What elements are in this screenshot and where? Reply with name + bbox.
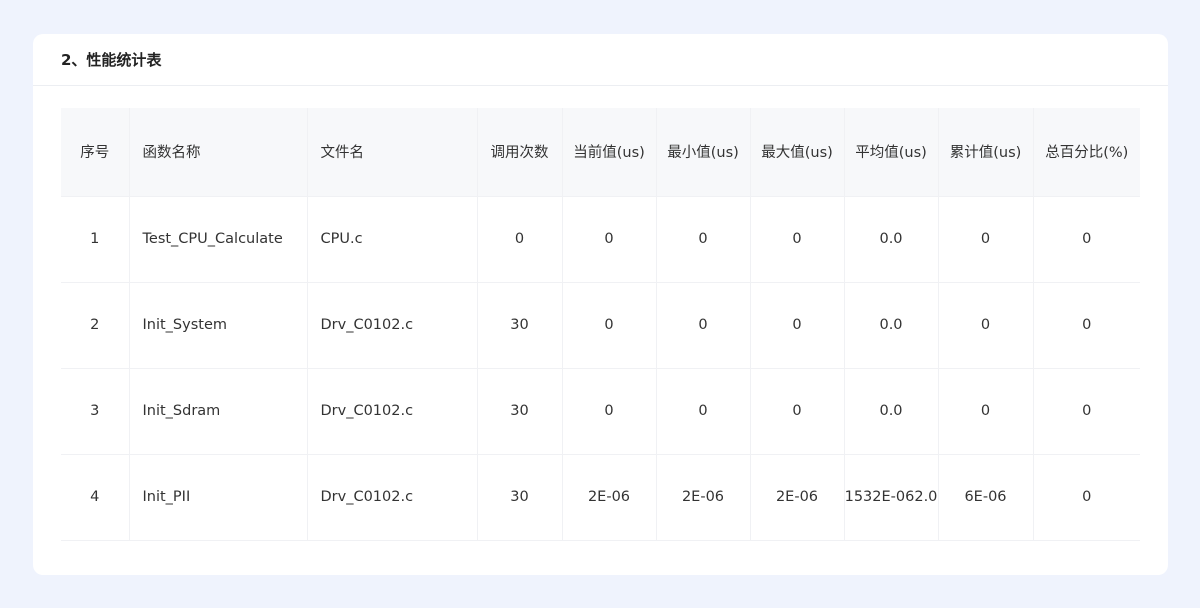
column-header-current-value[interactable]: 当前值(us) bbox=[562, 108, 657, 197]
cell-function-name: Init_PII bbox=[129, 454, 308, 541]
cell-current-value: 0 bbox=[562, 196, 657, 283]
table-row[interactable]: 4 Init_PII Drv_C0102.c 30 2E-06 2E-06 2E… bbox=[61, 454, 1140, 541]
performance-card: 2、性能统计表 序号 函数名称 文件名 调用次数 当前值(us) 最小值(us)… bbox=[33, 34, 1168, 575]
cell-call-count: 0 bbox=[477, 196, 563, 283]
cell-index: 2 bbox=[61, 282, 130, 369]
cell-file-name: Drv_C0102.c bbox=[307, 368, 478, 455]
cell-function-name: Init_System bbox=[129, 282, 308, 369]
column-header-cumulative-value[interactable]: 累计值(us) bbox=[938, 108, 1034, 197]
cell-avg-value: 1532E-062.0 bbox=[844, 454, 939, 541]
cell-index: 4 bbox=[61, 454, 130, 541]
column-header-index[interactable]: 序号 bbox=[61, 108, 130, 197]
section-title: 2、性能统计表 bbox=[61, 51, 162, 69]
cell-current-value: 0 bbox=[562, 282, 657, 369]
cell-total-percent: 0 bbox=[1033, 196, 1140, 283]
cell-cumulative-value: 0 bbox=[938, 368, 1034, 455]
table-header-row: 序号 函数名称 文件名 调用次数 当前值(us) 最小值(us) 最大值(us)… bbox=[61, 108, 1140, 197]
column-header-max-value[interactable]: 最大值(us) bbox=[750, 108, 845, 197]
column-header-total-percent[interactable]: 总百分比(%) bbox=[1033, 108, 1140, 197]
performance-table: 序号 函数名称 文件名 调用次数 当前值(us) 最小值(us) 最大值(us)… bbox=[61, 108, 1140, 541]
column-header-min-value[interactable]: 最小值(us) bbox=[656, 108, 751, 197]
cell-file-name: Drv_C0102.c bbox=[307, 454, 478, 541]
table-row[interactable]: 3 Init_Sdram Drv_C0102.c 30 0 0 0 0.0 0 … bbox=[61, 368, 1140, 455]
cell-max-value: 0 bbox=[750, 368, 845, 455]
column-header-function-name[interactable]: 函数名称 bbox=[129, 108, 308, 197]
cell-cumulative-value: 0 bbox=[938, 196, 1034, 283]
cell-call-count: 30 bbox=[477, 368, 563, 455]
cell-current-value: 2E-06 bbox=[562, 454, 657, 541]
cell-file-name: CPU.c bbox=[307, 196, 478, 283]
performance-table-container: 序号 函数名称 文件名 调用次数 当前值(us) 最小值(us) 最大值(us)… bbox=[61, 108, 1140, 541]
column-header-avg-value[interactable]: 平均值(us) bbox=[844, 108, 939, 197]
cell-min-value: 0 bbox=[656, 196, 751, 283]
cell-function-name: Init_Sdram bbox=[129, 368, 308, 455]
cell-cumulative-value: 0 bbox=[938, 282, 1034, 369]
cell-function-name: Test_CPU_Calculate bbox=[129, 196, 308, 283]
cell-call-count: 30 bbox=[477, 282, 563, 369]
cell-cumulative-value: 6E-06 bbox=[938, 454, 1034, 541]
cell-min-value: 2E-06 bbox=[656, 454, 751, 541]
table-row[interactable]: 1 Test_CPU_Calculate CPU.c 0 0 0 0 0.0 0… bbox=[61, 196, 1140, 283]
cell-call-count: 30 bbox=[477, 454, 563, 541]
cell-current-value: 0 bbox=[562, 368, 657, 455]
cell-avg-value: 0.0 bbox=[844, 282, 939, 369]
column-header-file-name[interactable]: 文件名 bbox=[307, 108, 478, 197]
column-header-call-count[interactable]: 调用次数 bbox=[477, 108, 563, 197]
cell-index: 3 bbox=[61, 368, 130, 455]
cell-total-percent: 0 bbox=[1033, 454, 1140, 541]
cell-file-name: Drv_C0102.c bbox=[307, 282, 478, 369]
cell-index: 1 bbox=[61, 196, 130, 283]
cell-avg-value: 0.0 bbox=[844, 196, 939, 283]
cell-avg-value: 0.0 bbox=[844, 368, 939, 455]
cell-max-value: 2E-06 bbox=[750, 454, 845, 541]
cell-min-value: 0 bbox=[656, 368, 751, 455]
cell-total-percent: 0 bbox=[1033, 368, 1140, 455]
cell-min-value: 0 bbox=[656, 282, 751, 369]
cell-total-percent: 0 bbox=[1033, 282, 1140, 369]
card-header: 2、性能统计表 bbox=[33, 34, 1168, 86]
cell-max-value: 0 bbox=[750, 196, 845, 283]
table-row[interactable]: 2 Init_System Drv_C0102.c 30 0 0 0 0.0 0… bbox=[61, 282, 1140, 369]
cell-max-value: 0 bbox=[750, 282, 845, 369]
